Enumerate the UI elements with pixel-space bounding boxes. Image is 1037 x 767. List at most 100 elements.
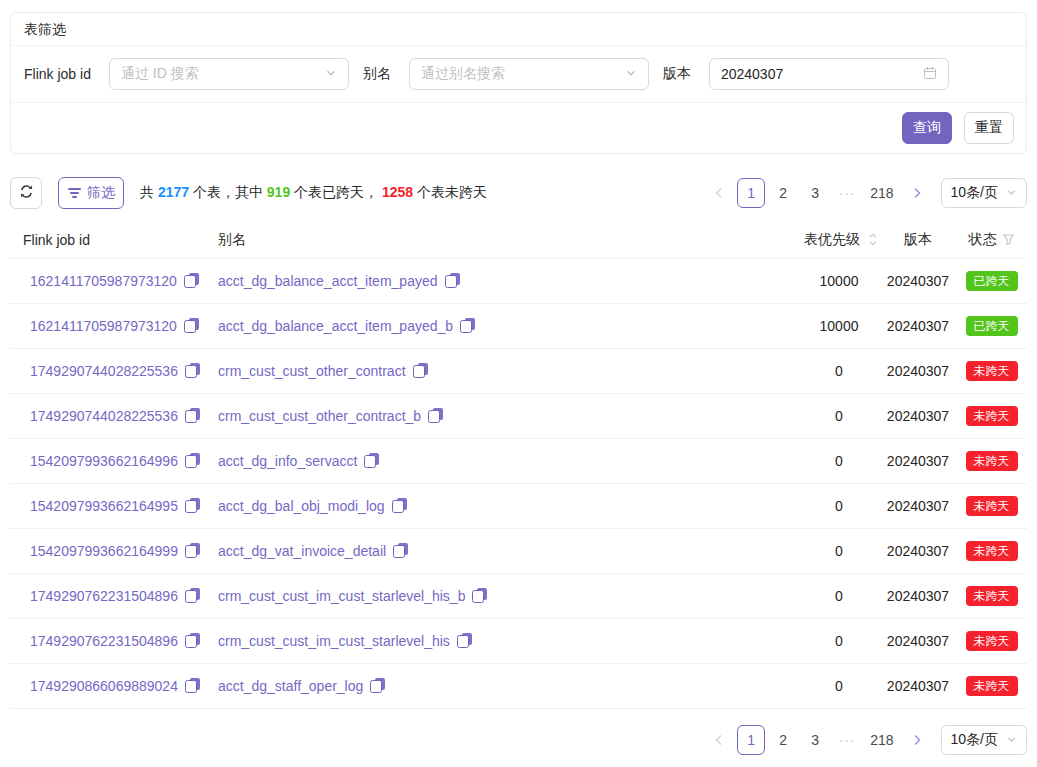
refresh-button[interactable]: [10, 177, 42, 209]
cell-priority: 10000: [780, 318, 880, 334]
cell-flink-job-id: 1621411705987973120: [10, 318, 205, 334]
alias-link[interactable]: acct_dg_balance_acct_item_payed: [218, 273, 438, 289]
flink-job-id-placeholder: 通过 ID 搜索: [121, 65, 325, 83]
pagination-next[interactable]: [903, 725, 931, 755]
filter-item-version: 版本 20240307: [663, 58, 949, 90]
pagination-ellipsis: ···: [833, 178, 861, 208]
table-row: 1749290762231504896 crm_cust_cust_im_cus…: [10, 574, 1027, 619]
pagination-next[interactable]: [903, 178, 931, 208]
copy-icon[interactable]: [460, 318, 475, 333]
alias-link[interactable]: acct_dg_bal_obj_modi_log: [218, 498, 385, 514]
pagination-page-2[interactable]: 2: [769, 725, 797, 755]
flink-job-id-link[interactable]: 1621411705987973120: [30, 318, 177, 334]
cell-priority: 0: [780, 408, 880, 424]
flink-job-id-link[interactable]: 1749290744028225536: [30, 408, 178, 424]
pagination-prev[interactable]: [705, 178, 733, 208]
copy-icon[interactable]: [185, 498, 200, 513]
reset-button[interactable]: 重置: [964, 112, 1014, 144]
table-row: 1542097993662164996 acct_dg_info_servacc…: [10, 439, 1027, 484]
filter-card-title: 表筛选: [24, 21, 66, 37]
flink-job-id-select[interactable]: 通过 ID 搜索: [109, 58, 349, 90]
cell-alias: acct_dg_vat_invoice_detail: [205, 543, 780, 559]
column-header-version[interactable]: 版本: [880, 231, 956, 249]
alias-link[interactable]: crm_cust_cust_im_cust_starlevel_his: [218, 633, 450, 649]
alias-select[interactable]: 通过别名搜索: [409, 58, 649, 90]
copy-icon[interactable]: [185, 363, 200, 378]
alias-link[interactable]: acct_dg_info_servacct: [218, 453, 357, 469]
alias-link[interactable]: acct_dg_vat_invoice_detail: [218, 543, 386, 559]
sort-icon[interactable]: [868, 232, 878, 247]
table-row: 1749290866069889024 acct_dg_staff_oper_l…: [10, 664, 1027, 709]
cell-status: 未跨天: [956, 586, 1027, 606]
query-button[interactable]: 查询: [902, 112, 952, 144]
pagination-page-2[interactable]: 2: [769, 178, 797, 208]
pagination-bottom: 123···21810条/页: [10, 725, 1027, 755]
page-size-select[interactable]: 10条/页: [941, 725, 1027, 755]
flink-job-id-link[interactable]: 1621411705987973120: [30, 273, 177, 289]
copy-icon[interactable]: [457, 633, 472, 648]
cell-flink-job-id: 1542097993662164995: [10, 498, 205, 514]
column-header-priority-label: 表优先级: [804, 231, 860, 249]
cell-version: 20240307: [880, 588, 956, 604]
flink-job-id-link[interactable]: 1749290762231504896: [30, 588, 178, 604]
pagination-page-218[interactable]: 218: [865, 725, 898, 755]
column-header-status[interactable]: 状态: [956, 231, 1027, 249]
cell-alias: acct_dg_bal_obj_modi_log: [205, 498, 780, 514]
cell-status: 未跨天: [956, 361, 1027, 381]
filter-funnel-icon[interactable]: [1002, 233, 1015, 246]
flink-job-id-link[interactable]: 1749290744028225536: [30, 363, 178, 379]
copy-icon[interactable]: [393, 543, 408, 558]
table-body: 1621411705987973120 acct_dg_balance_acct…: [10, 259, 1027, 709]
copy-icon[interactable]: [184, 273, 199, 288]
flink-job-id-link[interactable]: 1542097993662164996: [30, 453, 178, 469]
version-date-input[interactable]: 20240307: [709, 58, 949, 90]
pagination-prev[interactable]: [705, 725, 733, 755]
alias-link[interactable]: acct_dg_staff_oper_log: [218, 678, 363, 694]
copy-icon[interactable]: [185, 453, 200, 468]
flink-job-id-link[interactable]: 1749290762231504896: [30, 633, 178, 649]
pagination-page-1[interactable]: 1: [737, 725, 765, 755]
page-size-value: 10条/页: [951, 731, 998, 749]
flink-job-id-link[interactable]: 1542097993662164999: [30, 543, 178, 559]
flink-job-id-link[interactable]: 1749290866069889024: [30, 678, 178, 694]
column-header-flink-job-id[interactable]: Flink job id: [10, 232, 205, 248]
alias-link[interactable]: crm_cust_cust_im_cust_starlevel_his_b: [218, 588, 465, 604]
copy-icon[interactable]: [445, 273, 460, 288]
alias-link[interactable]: acct_dg_balance_acct_item_payed_b: [218, 318, 453, 334]
pagination-page-3[interactable]: 3: [801, 725, 829, 755]
cell-status: 未跨天: [956, 496, 1027, 516]
pagination-page-1[interactable]: 1: [737, 178, 765, 208]
pagination-page-3[interactable]: 3: [801, 178, 829, 208]
copy-icon[interactable]: [185, 408, 200, 423]
cell-version: 20240307: [880, 633, 956, 649]
copy-icon[interactable]: [413, 363, 428, 378]
cell-alias: crm_cust_cust_im_cust_starlevel_his_b: [205, 588, 780, 604]
alias-link[interactable]: crm_cust_cust_other_contract: [218, 363, 406, 379]
cell-flink-job-id: 1542097993662164999: [10, 543, 205, 559]
filter-item-alias: 别名 通过别名搜索: [363, 58, 649, 90]
status-badge: 已跨天: [966, 316, 1018, 336]
pagination-page-218[interactable]: 218: [865, 178, 898, 208]
cell-alias: acct_dg_info_servacct: [205, 453, 780, 469]
status-badge: 未跨天: [966, 496, 1018, 516]
copy-icon[interactable]: [185, 543, 200, 558]
copy-icon[interactable]: [370, 678, 385, 693]
filter-actions: 查询 重置: [11, 102, 1026, 153]
flink-job-id-link[interactable]: 1542097993662164995: [30, 498, 178, 514]
copy-icon[interactable]: [185, 633, 200, 648]
copy-icon[interactable]: [185, 588, 200, 603]
filter-form: Flink job id 通过 ID 搜索 别名 通过别名搜索 版本 20240…: [11, 46, 1026, 102]
column-header-alias[interactable]: 别名: [205, 231, 780, 249]
page-size-select[interactable]: 10条/页: [941, 178, 1027, 208]
copy-icon[interactable]: [392, 498, 407, 513]
alias-link[interactable]: crm_cust_cust_other_contract_b: [218, 408, 421, 424]
copy-icon[interactable]: [428, 408, 443, 423]
copy-icon[interactable]: [184, 318, 199, 333]
copy-icon[interactable]: [185, 678, 200, 693]
copy-icon[interactable]: [364, 453, 379, 468]
filter-toggle-button[interactable]: 筛选: [58, 177, 124, 209]
table-row: 1621411705987973120 acct_dg_balance_acct…: [10, 259, 1027, 304]
cell-priority: 0: [780, 543, 880, 559]
copy-icon[interactable]: [472, 588, 487, 603]
column-header-priority[interactable]: 表优先级: [780, 231, 880, 249]
